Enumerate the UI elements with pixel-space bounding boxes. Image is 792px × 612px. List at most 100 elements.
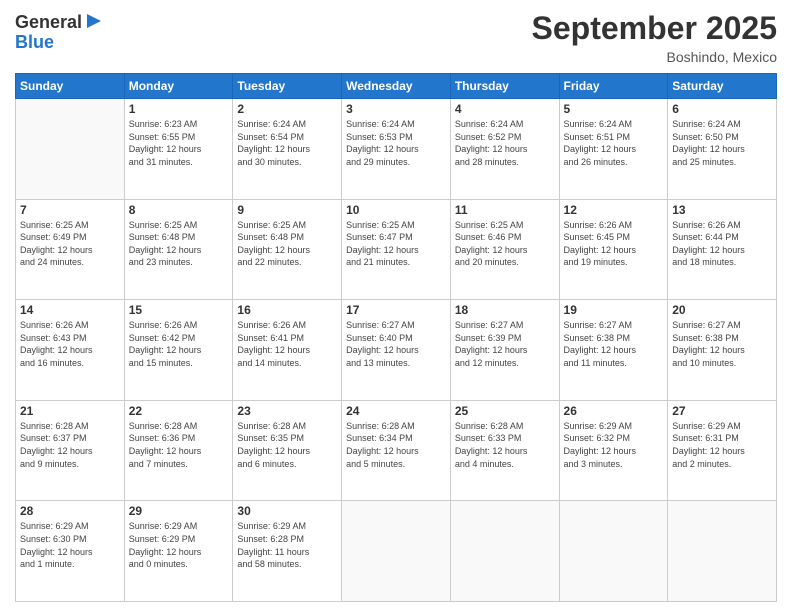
calendar-cell bbox=[668, 501, 777, 602]
day-info: Sunrise: 6:25 AM Sunset: 6:48 PM Dayligh… bbox=[129, 219, 229, 269]
calendar-cell: 19Sunrise: 6:27 AM Sunset: 6:38 PM Dayli… bbox=[559, 300, 668, 401]
day-number: 2 bbox=[237, 102, 337, 116]
day-number: 25 bbox=[455, 404, 555, 418]
calendar-cell: 18 Sunrise: 6:27 AM Sunset: 6:39 PM Dayli… bbox=[450, 300, 559, 401]
day-number: 29 bbox=[129, 504, 229, 518]
day-number: 3 bbox=[346, 102, 446, 116]
day-info: Sunrise: 6:28 AM Sunset: 6:33 PM Dayligh… bbox=[455, 420, 555, 470]
calendar-header: SundayMondayTuesdayWednesdayThursdayFrid… bbox=[16, 74, 777, 99]
month-title: September 2025 bbox=[532, 10, 777, 47]
day-info: Sunrise: 6:29 AM Sunset: 6:29 PM Dayligh… bbox=[129, 520, 229, 570]
day-number: 16 bbox=[237, 303, 337, 317]
calendar-cell: 16 Sunrise: 6:26 AM Sunset: 6:41 PM Dayli… bbox=[233, 300, 342, 401]
day-info: Sunrise: 6:29 AM Sunset: 6:30 PM Dayligh… bbox=[20, 520, 120, 570]
calendar-week-row: 28Sunrise: 6:29 AM Sunset: 6:30 PM Dayli… bbox=[16, 501, 777, 602]
day-info: Sunrise: 6:28 AM Sunset: 6:37 PM Dayligh… bbox=[20, 420, 120, 470]
weekday-header-friday: Friday bbox=[559, 74, 668, 99]
calendar-cell: 1 Sunrise: 6:23 AM Sunset: 6:55 PM Daylig… bbox=[124, 99, 233, 200]
calendar-cell: 7Sunrise: 6:25 AM Sunset: 6:49 PM Daylig… bbox=[16, 199, 125, 300]
day-number: 7 bbox=[20, 203, 120, 217]
day-info: Sunrise: 6:27 AM Sunset: 6:40 PM Dayligh… bbox=[346, 319, 446, 369]
calendar-cell: 5Sunrise: 6:24 AM Sunset: 6:51 PM Daylig… bbox=[559, 99, 668, 200]
day-info: Sunrise: 6:25 AM Sunset: 6:47 PM Dayligh… bbox=[346, 219, 446, 269]
logo-text: General bbox=[15, 13, 82, 33]
day-number: 11 bbox=[455, 203, 555, 217]
day-number: 17 bbox=[346, 303, 446, 317]
calendar-cell: 12 Sunrise: 6:26 AM Sunset: 6:45 PM Dayli… bbox=[559, 199, 668, 300]
day-info: Sunrise: 6:26 AM Sunset: 6:43 PM Dayligh… bbox=[20, 319, 120, 369]
calendar-week-row: 14 Sunrise: 6:26 AM Sunset: 6:43 PM Dayli… bbox=[16, 300, 777, 401]
day-info: Sunrise: 6:29 AM Sunset: 6:32 PM Dayligh… bbox=[564, 420, 664, 470]
day-info: Sunrise: 6:25 AM Sunset: 6:48 PM Dayligh… bbox=[237, 219, 337, 269]
day-number: 12 bbox=[564, 203, 664, 217]
day-info: Sunrise: 6:24 AM Sunset: 6:50 PM Dayligh… bbox=[672, 118, 772, 168]
title-block: September 2025 Boshindo, Mexico bbox=[532, 10, 777, 65]
day-info: Sunrise: 6:24 AM Sunset: 6:51 PM Dayligh… bbox=[564, 118, 664, 168]
calendar-cell: 10 Sunrise: 6:25 AM Sunset: 6:47 PM Dayli… bbox=[342, 199, 451, 300]
day-number: 1 bbox=[129, 102, 229, 116]
calendar-week-row: 1 Sunrise: 6:23 AM Sunset: 6:55 PM Daylig… bbox=[16, 99, 777, 200]
weekday-header-wednesday: Wednesday bbox=[342, 74, 451, 99]
day-number: 24 bbox=[346, 404, 446, 418]
calendar-cell: 8 Sunrise: 6:25 AM Sunset: 6:48 PM Daylig… bbox=[124, 199, 233, 300]
day-number: 13 bbox=[672, 203, 772, 217]
header: General Blue September 2025 Boshindo, Me… bbox=[15, 10, 777, 65]
day-number: 10 bbox=[346, 203, 446, 217]
calendar-cell: 27 Sunrise: 6:29 AM Sunset: 6:31 PM Dayli… bbox=[668, 400, 777, 501]
day-info: Sunrise: 6:27 AM Sunset: 6:39 PM Dayligh… bbox=[455, 319, 555, 369]
calendar-body: 1 Sunrise: 6:23 AM Sunset: 6:55 PM Daylig… bbox=[16, 99, 777, 602]
calendar-cell: 2Sunrise: 6:24 AM Sunset: 6:54 PM Daylig… bbox=[233, 99, 342, 200]
calendar-cell: 22Sunrise: 6:28 AM Sunset: 6:36 PM Dayli… bbox=[124, 400, 233, 501]
day-number: 23 bbox=[237, 404, 337, 418]
weekday-header-saturday: Saturday bbox=[668, 74, 777, 99]
day-number: 6 bbox=[672, 102, 772, 116]
logo: General Blue bbox=[15, 10, 103, 53]
day-info: Sunrise: 6:26 AM Sunset: 6:41 PM Dayligh… bbox=[237, 319, 337, 369]
calendar-cell: 4 Sunrise: 6:24 AM Sunset: 6:52 PM Daylig… bbox=[450, 99, 559, 200]
day-number: 4 bbox=[455, 102, 555, 116]
day-number: 26 bbox=[564, 404, 664, 418]
calendar-cell bbox=[16, 99, 125, 200]
day-info: Sunrise: 6:26 AM Sunset: 6:42 PM Dayligh… bbox=[129, 319, 229, 369]
day-number: 27 bbox=[672, 404, 772, 418]
day-number: 20 bbox=[672, 303, 772, 317]
page: General Blue September 2025 Boshindo, Me… bbox=[0, 0, 792, 612]
day-number: 8 bbox=[129, 203, 229, 217]
day-info: Sunrise: 6:26 AM Sunset: 6:45 PM Dayligh… bbox=[564, 219, 664, 269]
calendar-week-row: 7Sunrise: 6:25 AM Sunset: 6:49 PM Daylig… bbox=[16, 199, 777, 300]
day-info: Sunrise: 6:24 AM Sunset: 6:52 PM Dayligh… bbox=[455, 118, 555, 168]
day-number: 14 bbox=[20, 303, 120, 317]
day-info: Sunrise: 6:29 AM Sunset: 6:31 PM Dayligh… bbox=[672, 420, 772, 470]
calendar-cell: 30Sunrise: 6:29 AM Sunset: 6:28 PM Dayli… bbox=[233, 501, 342, 602]
calendar-cell: 9 Sunrise: 6:25 AM Sunset: 6:48 PM Daylig… bbox=[233, 199, 342, 300]
logo-arrow-icon bbox=[85, 12, 103, 35]
day-number: 22 bbox=[129, 404, 229, 418]
calendar-cell: 26 Sunrise: 6:29 AM Sunset: 6:32 PM Dayli… bbox=[559, 400, 668, 501]
weekday-header-sunday: Sunday bbox=[16, 74, 125, 99]
calendar-cell: 23Sunrise: 6:28 AM Sunset: 6:35 PM Dayli… bbox=[233, 400, 342, 501]
day-info: Sunrise: 6:23 AM Sunset: 6:55 PM Dayligh… bbox=[129, 118, 229, 168]
calendar-cell: 25 Sunrise: 6:28 AM Sunset: 6:33 PM Dayli… bbox=[450, 400, 559, 501]
calendar-cell: 24Sunrise: 6:28 AM Sunset: 6:34 PM Dayli… bbox=[342, 400, 451, 501]
logo-text-block: General Blue bbox=[15, 10, 103, 53]
calendar-cell: 15Sunrise: 6:26 AM Sunset: 6:42 PM Dayli… bbox=[124, 300, 233, 401]
calendar-table: SundayMondayTuesdayWednesdayThursdayFrid… bbox=[15, 73, 777, 602]
weekday-header-thursday: Thursday bbox=[450, 74, 559, 99]
calendar-cell: 17 Sunrise: 6:27 AM Sunset: 6:40 PM Dayli… bbox=[342, 300, 451, 401]
day-number: 18 bbox=[455, 303, 555, 317]
weekday-header-row: SundayMondayTuesdayWednesdayThursdayFrid… bbox=[16, 74, 777, 99]
calendar-cell: 29 Sunrise: 6:29 AM Sunset: 6:29 PM Dayli… bbox=[124, 501, 233, 602]
calendar-cell bbox=[559, 501, 668, 602]
day-info: Sunrise: 6:27 AM Sunset: 6:38 PM Dayligh… bbox=[564, 319, 664, 369]
calendar-cell bbox=[342, 501, 451, 602]
calendar-cell: 28Sunrise: 6:29 AM Sunset: 6:30 PM Dayli… bbox=[16, 501, 125, 602]
calendar-week-row: 21Sunrise: 6:28 AM Sunset: 6:37 PM Dayli… bbox=[16, 400, 777, 501]
calendar-cell: 13Sunrise: 6:26 AM Sunset: 6:44 PM Dayli… bbox=[668, 199, 777, 300]
calendar-cell: 20Sunrise: 6:27 AM Sunset: 6:38 PM Dayli… bbox=[668, 300, 777, 401]
calendar-cell: 11 Sunrise: 6:25 AM Sunset: 6:46 PM Dayli… bbox=[450, 199, 559, 300]
calendar-cell bbox=[450, 501, 559, 602]
day-number: 9 bbox=[237, 203, 337, 217]
day-info: Sunrise: 6:25 AM Sunset: 6:46 PM Dayligh… bbox=[455, 219, 555, 269]
calendar-cell: 3Sunrise: 6:24 AM Sunset: 6:53 PM Daylig… bbox=[342, 99, 451, 200]
calendar-cell: 21Sunrise: 6:28 AM Sunset: 6:37 PM Dayli… bbox=[16, 400, 125, 501]
